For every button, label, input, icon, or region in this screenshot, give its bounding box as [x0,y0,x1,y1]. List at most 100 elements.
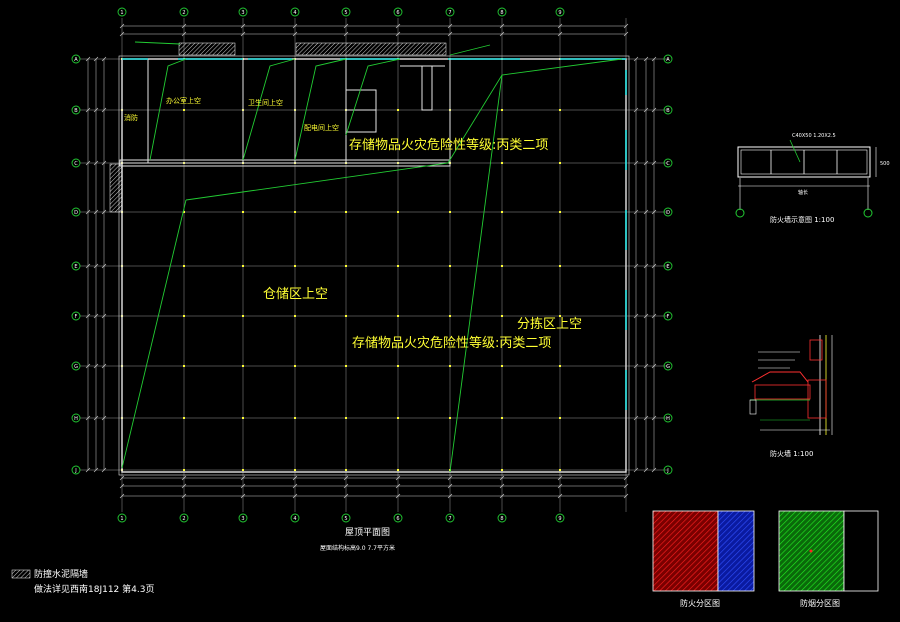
column-marker [559,469,561,471]
column-marker [501,365,503,367]
column-marker [183,365,185,367]
grid-col-label: 9 [558,10,561,16]
section-detail-a: C40X50 1.20X2.5 500 轴长 防火墙示意图 1:100 [735,133,890,224]
grid-col-label: 8 [500,10,503,16]
section-a-callout: C40X50 1.20X2.5 [792,133,836,139]
column-marker [345,469,347,471]
grid-row-label: B [666,108,670,114]
grid-col-label: 6 [396,516,399,522]
section-detail-b: 防火墙 1:100 [749,335,833,458]
column-marker [345,211,347,213]
grid-col-label: 8 [500,516,503,522]
leader-lines [121,41,623,473]
grid-col-label: 3 [241,516,244,522]
fire-zone-title: 防火分区图 [680,598,720,608]
column-marker [449,211,451,213]
fire-zone-diagram: 防火分区图 [652,510,755,608]
room3-upper-label: 配电间上空 [304,123,339,132]
hazard-class-mid: 存储物品火灾危险性等级:丙类二项 [352,335,551,351]
column-marker [501,469,503,471]
column-marker [242,211,244,213]
column-marker [559,365,561,367]
column-marker [449,417,451,419]
column-marker [559,211,561,213]
section-b-title: 防火墙 1:100 [770,449,813,458]
column-marker [345,417,347,419]
grid-row-label: B [74,108,78,114]
grid-col-label: 5 [344,516,347,522]
column-marker [183,265,185,267]
column-marker [559,417,561,419]
column-marker [501,417,503,419]
grid-col-label: 1 [120,516,123,522]
column-marker [501,109,503,111]
sorting-upper-label: 分拣区上空 [517,317,582,332]
column-marker [294,365,296,367]
grid-row-label: D [74,210,78,216]
column-marker [501,265,503,267]
grid-col-label: 9 [558,516,561,522]
grid-row-label: D [666,210,670,216]
column-marker [294,265,296,267]
roof-plan-title: 屋顶平面图 [345,527,390,538]
legend-note: 做法详见西南18J112 第4.3页 [34,583,154,595]
smoke-zone-title: 防烟分区图 [800,598,840,608]
parapet-cyan [122,58,627,410]
column-marker [294,315,296,317]
column-marker [183,109,185,111]
grid-col-label: 4 [293,516,296,522]
axis-grid: 1 1 2 2 3 3 4 4 5 5 6 6 7 7 8 8 9 9 A A B B C C D D E E F F G G H H J J [71,7,673,523]
hazard-class-top: 存储物品火灾危险性等级:丙类二项 [349,137,548,153]
column-marker [449,315,451,317]
column-marker [294,469,296,471]
column-marker [345,265,347,267]
column-marker [501,211,503,213]
grid-row-label: F [75,314,78,320]
column-marker [183,417,185,419]
room1-upper-label: 办公室上空 [166,96,201,105]
grid-row-label: A [74,57,78,63]
grid-col-label: 2 [182,10,185,16]
grid-col-label: 3 [241,10,244,16]
column-marker [397,365,399,367]
legend-hatch-label: 防撞水泥隔墙 [34,568,88,580]
column-marker [242,315,244,317]
column-marker [449,265,451,267]
grid-row-label: E [666,264,669,270]
grid-row-label: J [74,468,76,474]
building-outline [118,55,630,476]
grid-row-label: F [667,314,670,320]
section-a-bottom-dim: 轴长 [798,189,808,196]
column-marker [345,365,347,367]
grid-col-label: 4 [293,10,296,16]
column-marker [559,265,561,267]
column-marker [183,315,185,317]
column-marker [294,417,296,419]
column-marker [397,265,399,267]
column-marker [345,315,347,317]
column-marker [397,109,399,111]
grid-col-label: 6 [396,10,399,16]
column-marker [242,365,244,367]
section-a-title: 防火墙示意图 1:100 [770,215,834,224]
storage-upper-label: 仓储区上空 [263,287,328,302]
smoke-zone-diagram: 防烟分区图 [778,510,879,608]
column-marker [242,265,244,267]
grid-col-label: 7 [448,10,451,16]
section-a-dim: 500 [880,161,890,167]
column-marker [501,162,503,164]
grid-row-label: H [666,416,670,422]
grid-row-label: A [666,57,670,63]
column-marker [397,211,399,213]
grid-row-label: G [666,364,670,370]
room2-upper-label: 卫生间上空 [248,98,283,107]
grid-row-label: E [74,264,77,270]
column-marker [559,109,561,111]
grid-row-label: C [666,161,670,167]
column-marker [242,417,244,419]
grid-col-label: 1 [120,10,123,16]
column-marker [559,162,561,164]
column-marker [183,469,185,471]
roof-plan-note: 屋面结构标高9.0 7.7平方米 [320,544,395,552]
grid-col-label: 7 [448,516,451,522]
